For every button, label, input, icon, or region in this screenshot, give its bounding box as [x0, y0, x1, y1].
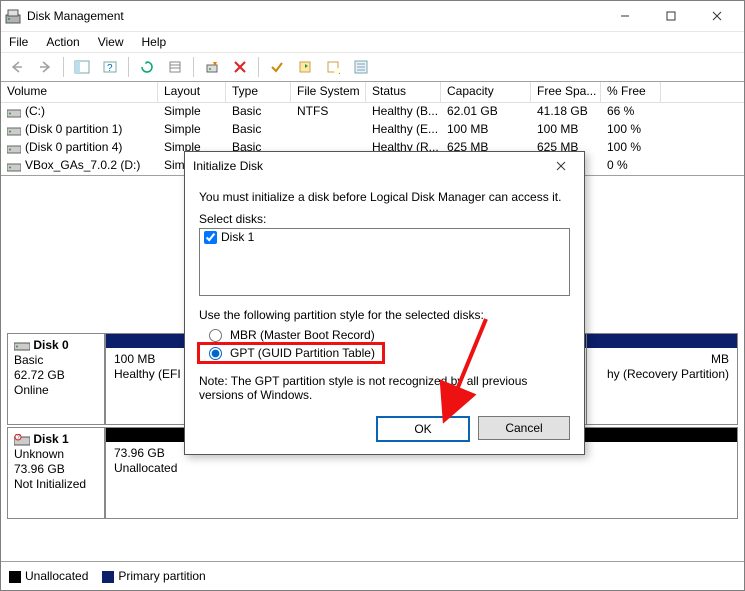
part-label: Healthy (EFI [114, 367, 181, 381]
partition-stripe [106, 334, 187, 348]
radio-mbr-row[interactable]: MBR (Master Boot Record) [199, 326, 570, 344]
volume-icon [7, 106, 21, 118]
legend-key-unallocated [9, 571, 21, 583]
radio-gpt[interactable] [209, 347, 222, 360]
disk-unknown-icon: ? [14, 432, 30, 446]
disk-select-item[interactable]: Disk 1 [200, 229, 569, 245]
part-label: hy (Recovery Partition) [607, 367, 729, 381]
disk-type: Unknown [14, 447, 64, 461]
dialog-intro: You must initialize a disk before Logica… [199, 190, 570, 204]
col-layout[interactable]: Layout [158, 82, 226, 102]
separator [258, 57, 259, 77]
col-volume[interactable]: Volume [1, 82, 158, 102]
disk-size: 73.96 GB [14, 462, 65, 476]
disk-name: Disk 1 [33, 432, 68, 446]
close-button[interactable] [694, 1, 740, 31]
initialize-disk-dialog: Initialize Disk You must initialize a di… [184, 151, 585, 455]
dialog-titlebar: Initialize Disk [185, 152, 584, 180]
action-icon[interactable] [293, 55, 317, 79]
app-icon [5, 8, 21, 24]
show-hide-icon[interactable] [70, 55, 94, 79]
menu-help[interactable]: Help [140, 33, 169, 51]
disk-select-list[interactable]: Disk 1 [199, 228, 570, 296]
toolbar: ? [1, 53, 744, 82]
col-pct[interactable]: % Free [601, 82, 661, 102]
disk-name: Disk 0 [33, 338, 68, 352]
volume-icon [7, 160, 21, 172]
ok-button[interactable]: OK [376, 416, 470, 442]
part-label: Unallocated [114, 461, 177, 475]
partition[interactable]: 100 MB Healthy (EFI [106, 334, 188, 424]
volume-icon [7, 142, 21, 154]
disk-state: Online [14, 383, 49, 397]
partition-stripe [587, 334, 737, 348]
create-vhd-icon[interactable] [200, 55, 224, 79]
part-size: 73.96 GB [114, 446, 165, 460]
legend: Unallocated Primary partition [1, 561, 744, 590]
radio-gpt-label: GPT (GUID Partition Table) [230, 346, 375, 360]
delete-icon[interactable] [228, 55, 252, 79]
help-icon[interactable]: ? [98, 55, 122, 79]
col-type[interactable]: Type [226, 82, 291, 102]
disk-icon [14, 338, 30, 352]
legend-primary: Primary partition [118, 569, 205, 583]
col-capacity[interactable]: Capacity [441, 82, 531, 102]
partition-style-label: Use the following partition style for th… [199, 308, 570, 322]
properties-icon[interactable] [321, 55, 345, 79]
legend-key-primary [102, 571, 114, 583]
disk-checkbox[interactable] [204, 231, 217, 244]
disk-management-window: Disk Management File Action View Help ? … [0, 0, 745, 591]
dialog-close-button[interactable] [546, 154, 576, 178]
check-icon[interactable] [265, 55, 289, 79]
volume-row[interactable]: (Disk 0 partition 1)SimpleBasicHealthy (… [1, 121, 744, 139]
part-size: 100 MB [114, 352, 155, 366]
back-icon[interactable] [5, 55, 29, 79]
disk-info[interactable]: ? Disk 1 Unknown 73.96 GB Not Initialize… [7, 427, 106, 519]
separator [193, 57, 194, 77]
maximize-button[interactable] [648, 1, 694, 31]
title-bar: Disk Management [1, 1, 744, 32]
svg-text:?: ? [107, 63, 113, 74]
volume-row[interactable]: (C:)SimpleBasicNTFSHealthy (B...62.01 GB… [1, 103, 744, 121]
dialog-title: Initialize Disk [193, 159, 546, 173]
menu-bar: File Action View Help [1, 32, 744, 53]
partition[interactable]: MB hy (Recovery Partition) [587, 334, 737, 424]
disk-info[interactable]: Disk 0 Basic 62.72 GB Online [7, 333, 106, 425]
cancel-button[interactable]: Cancel [478, 416, 570, 440]
disk-type: Basic [14, 353, 43, 367]
volume-icon [7, 124, 21, 136]
legend-unallocated: Unallocated [25, 569, 88, 583]
radio-mbr[interactable] [209, 329, 222, 342]
dialog-note: Note: The GPT partition style is not rec… [199, 374, 570, 402]
disk-size: 62.72 GB [14, 368, 65, 382]
list-icon[interactable] [349, 55, 373, 79]
col-free[interactable]: Free Spa... [531, 82, 601, 102]
menu-file[interactable]: File [7, 33, 30, 51]
radio-mbr-label: MBR (Master Boot Record) [230, 328, 375, 342]
window-title: Disk Management [27, 9, 602, 23]
column-headers: Volume Layout Type File System Status Ca… [1, 82, 744, 103]
refresh-icon[interactable] [135, 55, 159, 79]
col-more[interactable] [661, 82, 744, 102]
col-filesystem[interactable]: File System [291, 82, 366, 102]
menu-action[interactable]: Action [44, 33, 81, 51]
disk-state: Not Initialized [14, 477, 86, 491]
part-size: MB [711, 352, 729, 366]
settings-icon[interactable] [163, 55, 187, 79]
disk-select-label: Disk 1 [221, 230, 254, 244]
select-disks-label: Select disks: [199, 212, 570, 226]
menu-view[interactable]: View [96, 33, 126, 51]
separator [63, 57, 64, 77]
separator [128, 57, 129, 77]
minimize-button[interactable] [602, 1, 648, 31]
forward-icon[interactable] [33, 55, 57, 79]
radio-gpt-row[interactable]: GPT (GUID Partition Table) [199, 344, 383, 362]
col-status[interactable]: Status [366, 82, 441, 102]
